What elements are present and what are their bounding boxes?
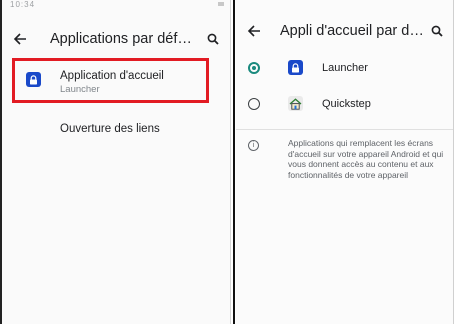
home-icon (288, 96, 303, 111)
app-bar: Appli d'accueil par d… (236, 16, 454, 46)
option-label: Quickstep (322, 98, 371, 110)
signal-icon (218, 2, 224, 6)
list-item-title: Ouverture des liens (60, 123, 160, 135)
divider (236, 129, 454, 130)
page-title: Applications par déf… (50, 31, 192, 47)
search-icon[interactable] (202, 28, 224, 50)
left-screen: 10:34 Applications par déf… Application … (0, 0, 231, 324)
highlight-box (12, 58, 209, 103)
radio-selected[interactable] (248, 62, 260, 74)
back-arrow-icon[interactable] (242, 19, 266, 43)
info-icon: i (248, 140, 259, 151)
status-bar: 10:34 (2, 0, 230, 12)
option-label: Launcher (322, 62, 368, 74)
option-quickstep[interactable]: Quickstep (236, 90, 454, 118)
page-title: Appli d'accueil par d… (280, 23, 424, 39)
lock-badge-icon (288, 60, 303, 75)
radio-unselected[interactable] (248, 98, 260, 110)
right-screen: Appli d'accueil par d… Launcher Quickste… (236, 0, 454, 324)
back-arrow-icon[interactable] (8, 27, 32, 51)
app-bar: Applications par déf… (2, 24, 230, 54)
search-icon[interactable] (426, 20, 448, 42)
option-launcher[interactable]: Launcher (236, 54, 454, 82)
status-time: 10:34 (10, 0, 36, 9)
info-description: Applications qui remplacent les écrans d… (288, 138, 444, 180)
list-item-open-links[interactable]: Ouverture des liens (2, 118, 230, 142)
